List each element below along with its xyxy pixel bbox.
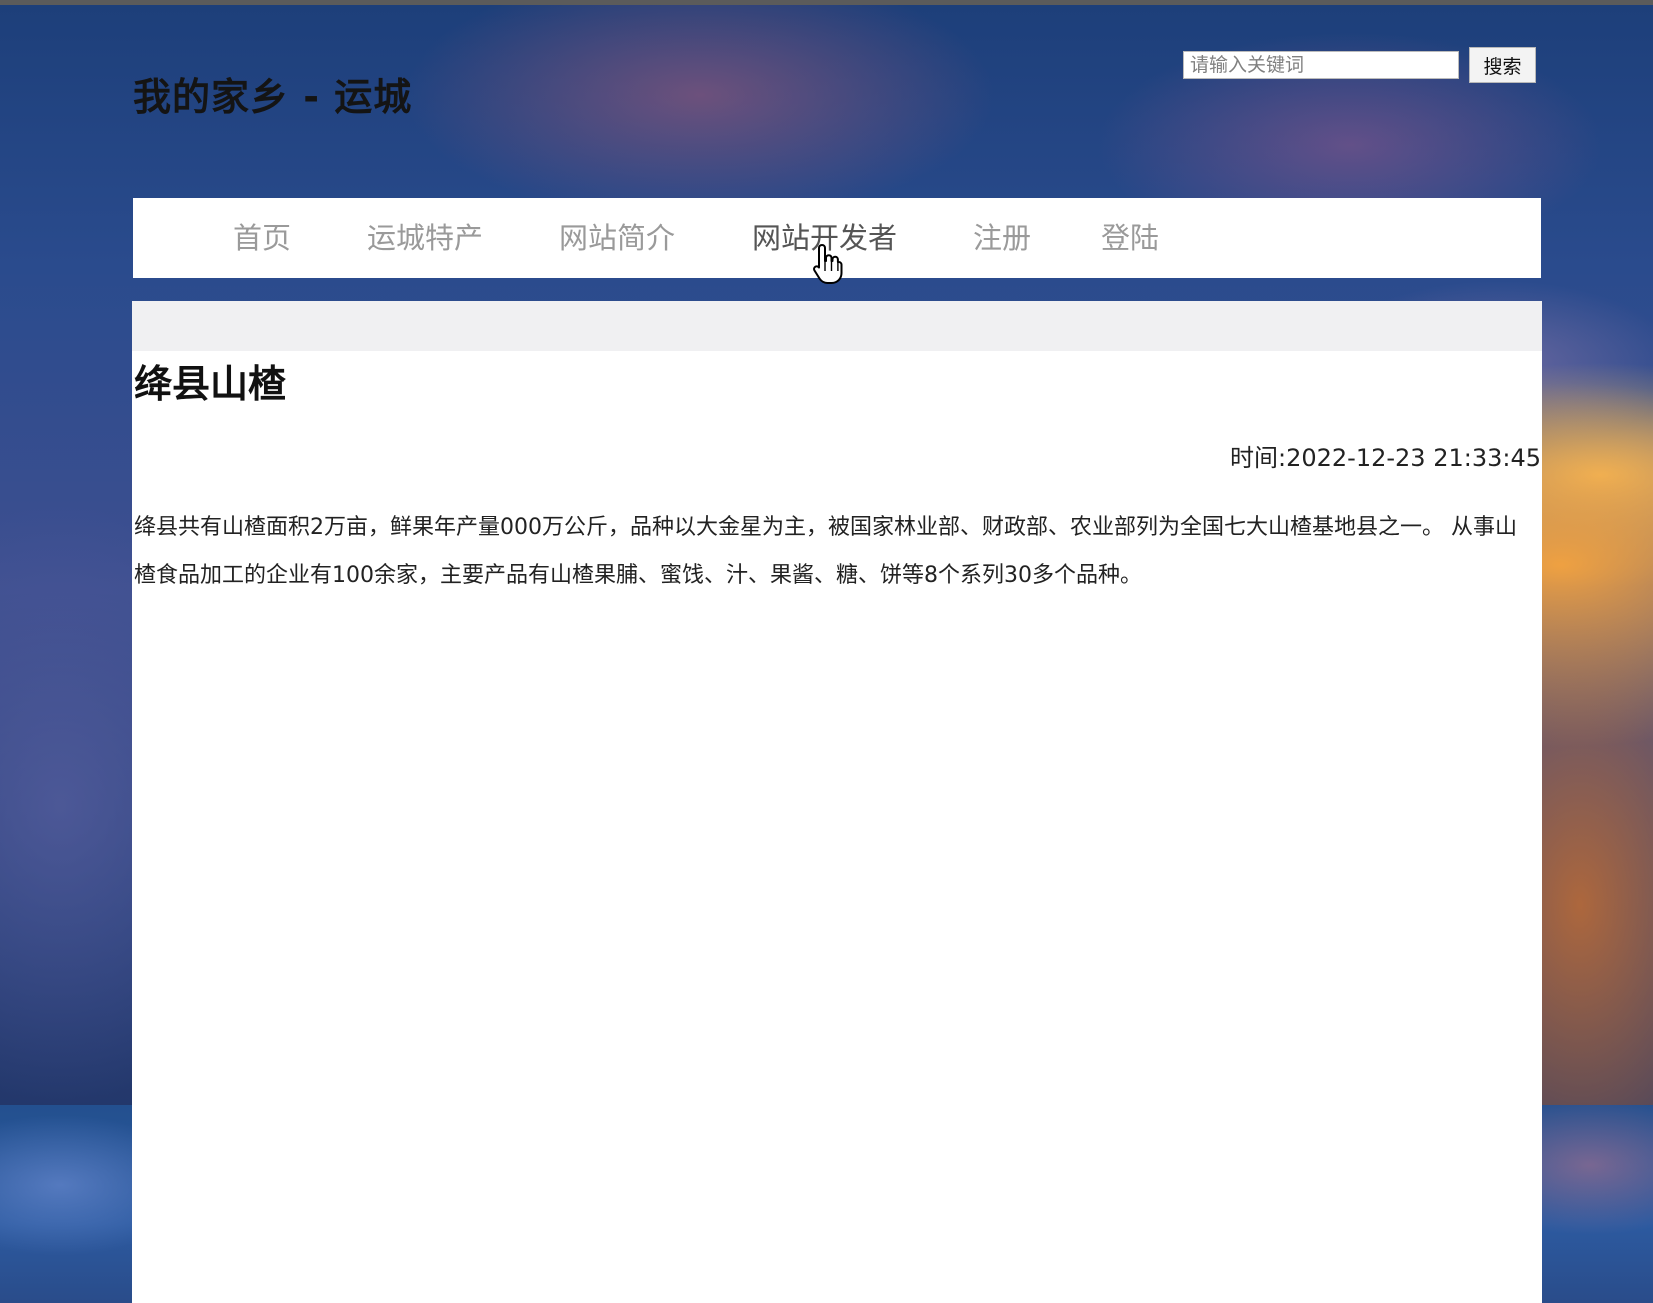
article-title: 绛县山楂 [134, 362, 287, 406]
article-panel: 绛县山楂 时间:2022-12-23 21:33:45 绛县共有山楂面积2万亩，… [132, 301, 1542, 1303]
site-title: 我的家乡 - 运城 [133, 75, 413, 119]
nav-item-login[interactable]: 登陆 [1101, 198, 1159, 278]
search-input[interactable] [1183, 51, 1459, 79]
nav-item-home[interactable]: 首页 [233, 198, 291, 278]
article-timestamp: 时间:2022-12-23 21:33:45 [1230, 444, 1541, 472]
search-bar: 搜索 [1183, 47, 1536, 83]
article-body: 绛县共有山楂面积2万亩，鲜果年产量000万公斤，品种以大金星为主，被国家林业部、… [134, 515, 1517, 588]
search-button[interactable]: 搜索 [1469, 47, 1536, 83]
article-header-bar [132, 301, 1542, 351]
hand-pointer-icon [813, 244, 843, 284]
nav-item-register[interactable]: 注册 [973, 198, 1031, 278]
nav-item-specialties[interactable]: 运城特产 [367, 198, 483, 278]
nav-item-about[interactable]: 网站简介 [559, 198, 675, 278]
